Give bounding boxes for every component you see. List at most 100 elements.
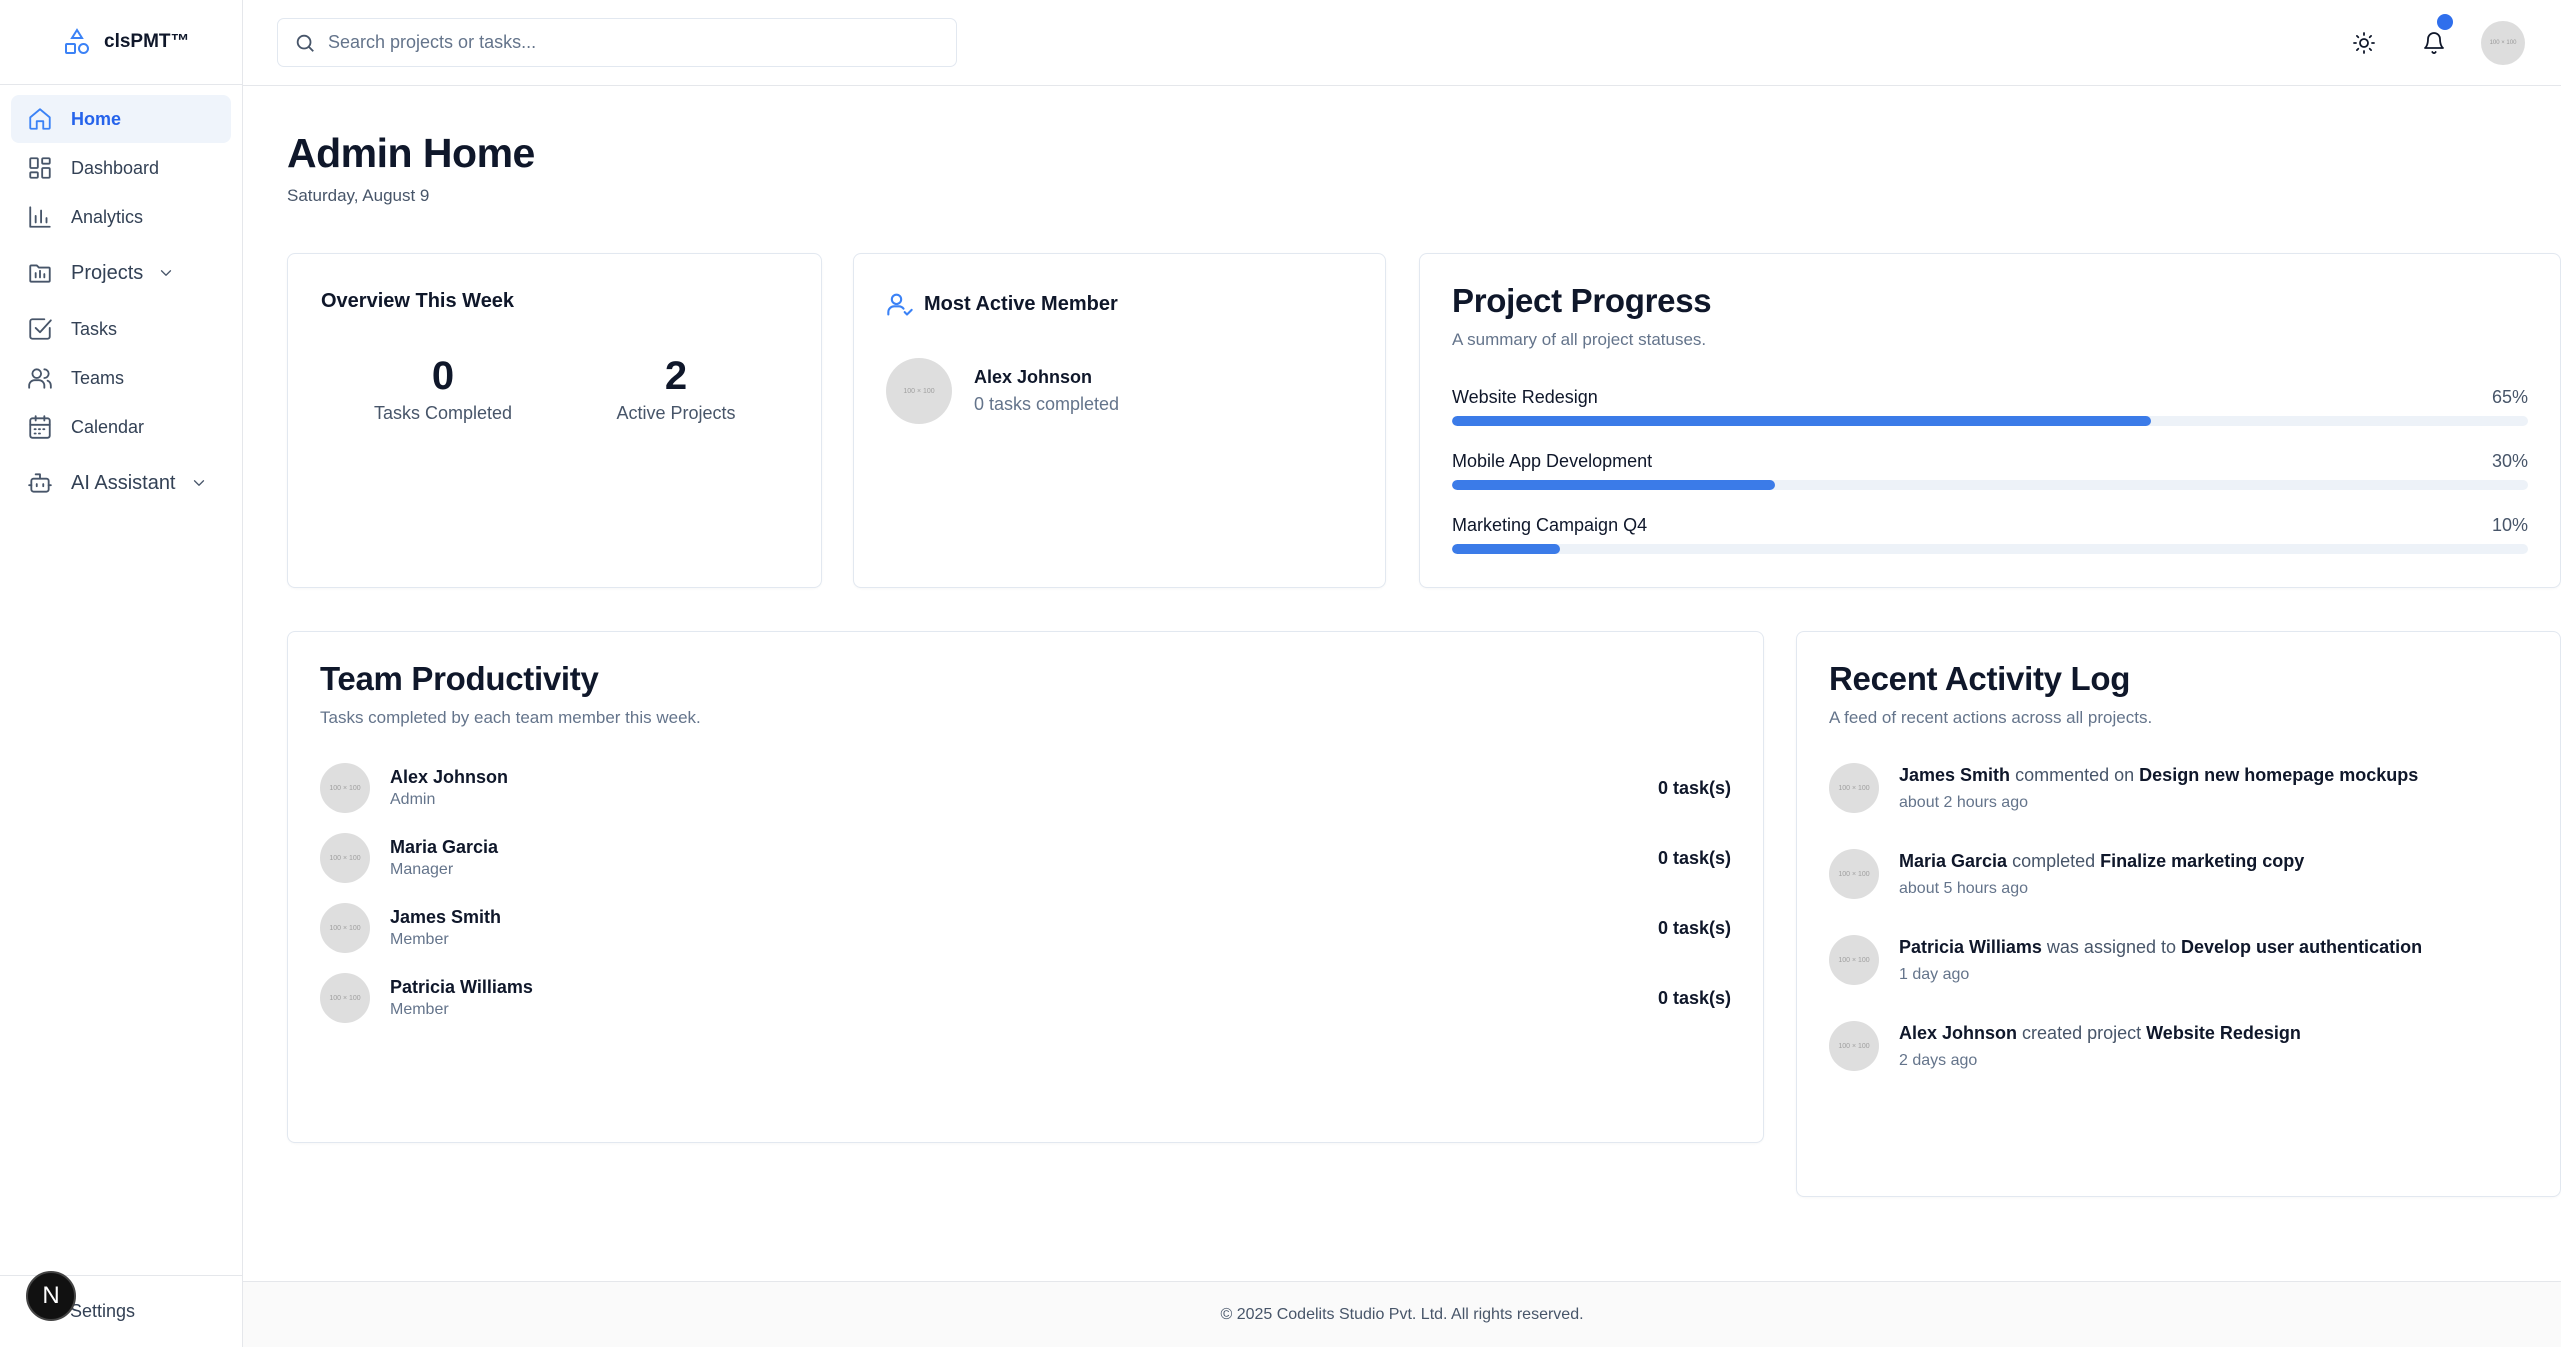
project-percent: 30% [2491,451,2528,471]
calendar-icon [27,414,53,440]
progress-fill [1452,416,2152,426]
activity-target[interactable]: Website Redesign [2146,1023,2301,1043]
sun-icon [2353,32,2375,54]
footer-text: © 2025 Codelits Studio Pvt. Ltd. All rig… [1220,1305,1584,1323]
avatar: 100 × 100 [320,763,370,813]
activity-entry[interactable]: 100 × 100 Maria Garcia completed Finalize… [1829,849,2528,901]
users-icon [27,365,53,391]
sidebar-item-label: Projects [71,261,144,284]
project-percent: 65% [2491,387,2528,407]
activity-actor[interactable]: Maria Garcia [1899,851,2007,871]
bot-icon [27,470,53,496]
activity-entry[interactable]: 100 × 100 James Smith commented on Design… [1829,763,2528,815]
sidebar-item-calendar[interactable]: Calendar [11,403,231,451]
member-task-count: 0 task(s) [1657,917,1731,938]
theme-toggle-button[interactable] [2345,24,2383,62]
stat-label: Tasks Completed [373,403,513,423]
member-role: Member [390,931,449,948]
overview-card: Overview This Week 0 Tasks Completed 2 A… [287,253,822,588]
team-member-row[interactable]: 100 × 100 Alex Johnson Admin 0 task(s) [320,763,1731,813]
activity-actor[interactable]: Alex Johnson [1899,1023,2017,1043]
dashboard-icon [27,155,53,181]
activity-action: created project [2022,1023,2142,1043]
activity-target[interactable]: Finalize marketing copy [2100,851,2304,871]
chevron-down-icon[interactable] [157,264,175,282]
dev-tools-badge[interactable]: N [26,1271,76,1321]
sidebar-item-analytics[interactable]: Analytics [11,193,231,241]
project-name: Marketing Campaign Q4 [1452,515,1648,535]
member-name: Alex Johnson [974,367,1093,387]
stat-value: 0 [431,354,455,398]
search-box[interactable] [277,18,957,67]
sidebar-item-home[interactable]: Home [11,95,231,143]
bar-chart-icon [27,204,53,230]
user-avatar[interactable]: 100 × 100 [2481,21,2525,65]
activity-target[interactable]: Design new homepage mockups [2139,765,2418,785]
avatar: 100 × 100 [320,973,370,1023]
activity-target[interactable]: Develop user authentication [2181,937,2422,957]
sidebar-item-label: Tasks [71,318,118,339]
member-task-count: 0 task(s) [1657,777,1731,798]
page-date: Saturday, August 9 [287,186,430,205]
project-progress-row[interactable]: Website Redesign 65% [1452,387,2528,426]
project-progress-card: Project Progress A summary of all projec… [1419,253,2561,588]
member-name: James Smith [390,907,502,927]
activity-actor[interactable]: Patricia Williams [1899,937,2042,957]
progress-track [1452,544,2528,554]
activity-actor[interactable]: James Smith [1899,765,2010,785]
page-title: Admin Home [287,130,535,176]
avatar: 100 × 100 [1829,849,1879,899]
team-member-row[interactable]: 100 × 100 James Smith Member 0 task(s) [320,903,1731,953]
member-task-count: 0 task(s) [1657,847,1731,868]
project-progress-subtitle: A summary of all project statuses. [1452,330,1707,349]
sidebar-item-label: Settings [70,1301,136,1321]
sidebar-item-label: Analytics [71,206,144,227]
member-task-count: 0 task(s) [1657,987,1731,1008]
project-name: Website Redesign [1452,387,1598,407]
activity-time: 1 day ago [1899,966,1970,983]
most-active-title: Most Active Member [924,292,1118,315]
member-role: Member [390,1001,449,1018]
search-input[interactable] [328,32,928,53]
activity-action: completed [2012,851,2096,871]
progress-fill [1452,544,1560,554]
team-productivity-card: Team Productivity Tasks completed by eac… [287,631,1764,1143]
most-active-header: Most Active Member [886,290,1118,318]
activity-action: commented on [2015,765,2135,785]
activity-action: was assigned to [2046,937,2176,957]
search-icon [296,34,314,52]
activity-time: 2 days ago [1899,1052,1978,1069]
shapes-logo-icon [62,27,92,57]
progress-track [1452,416,2528,426]
stat-label: Active Projects [616,403,736,423]
avatar: 100 × 100 [320,903,370,953]
member-role: Manager [390,861,454,878]
brand[interactable]: clsPMT™ [0,0,242,85]
main-content: Admin Home Saturday, August 9 Overview T… [243,86,2561,1347]
progress-track [1452,480,2528,490]
team-member-row[interactable]: 100 × 100 Patricia Williams Member 0 task(s… [320,973,1731,1023]
sidebar-item-teams[interactable]: Teams [11,354,231,402]
activity-log-card: Recent Activity Log A feed of recent act… [1796,631,2561,1197]
sidebar-item-projects[interactable]: Projects [11,249,231,297]
activity-entry[interactable]: 100 × 100 Alex Johnson created project We… [1829,1021,2528,1073]
notification-dot [2437,14,2453,30]
activity-entry[interactable]: 100 × 100 Patricia Williams was assigned … [1829,935,2528,987]
chevron-down-icon[interactable] [190,474,208,492]
sidebar-item-dashboard[interactable]: Dashboard [11,144,231,192]
stat-value: 2 [664,354,688,398]
activity-log-subtitle: A feed of recent actions across all proj… [1829,708,2153,727]
project-progress-title: Project Progress [1452,282,1712,319]
sidebar-item-tasks[interactable]: Tasks [11,305,231,353]
project-progress-row[interactable]: Marketing Campaign Q4 10% [1452,515,2528,554]
sidebar-item-label: AI Assistant [71,471,176,494]
team-productivity-title: Team Productivity [320,660,599,697]
brand-name: clsPMT™ [104,31,190,52]
notifications-button[interactable] [2415,14,2453,62]
sidebar-item-ai-assistant[interactable]: AI Assistant [11,459,231,507]
activity-time: about 5 hours ago [1899,880,2028,897]
sidebar-nav: Home Dashboard Analytics Projects Tasks … [0,85,242,525]
member-name: Patricia Williams [390,977,533,997]
project-progress-row[interactable]: Mobile App Development 30% [1452,451,2528,490]
team-member-row[interactable]: 100 × 100 Maria Garcia Manager 0 task(s) [320,833,1731,883]
